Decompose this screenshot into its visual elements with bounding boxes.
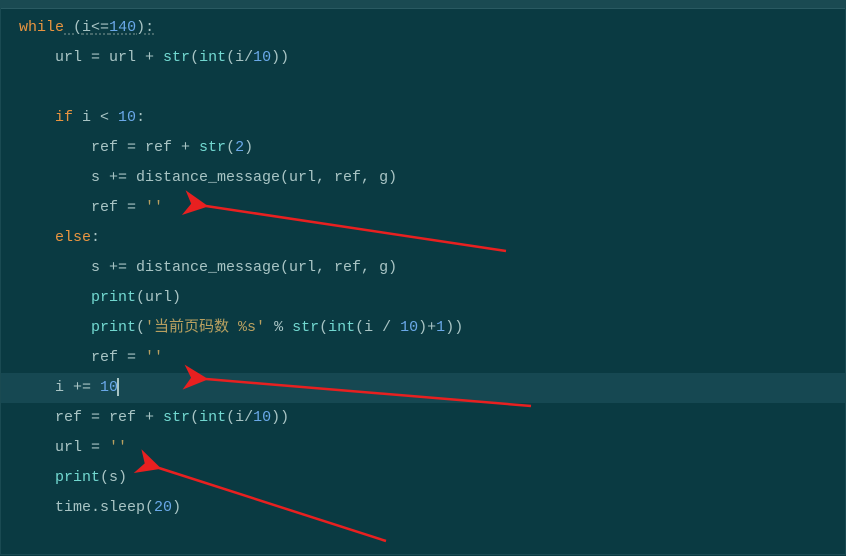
indent [19, 319, 91, 336]
code-line[interactable]: url = '' [1, 433, 845, 463]
indent [19, 379, 55, 396]
assignment: ref = [91, 199, 145, 216]
paren: )+ [418, 319, 436, 336]
keyword-if: if [55, 109, 73, 126]
variable: i [82, 19, 91, 36]
code-line[interactable]: ref = '' [1, 343, 845, 373]
number: 1 [436, 319, 445, 336]
paren: ( [319, 319, 328, 336]
indent [19, 439, 55, 456]
indent [19, 259, 91, 276]
builtin-print: print [91, 289, 136, 306]
indent [19, 109, 55, 126]
assignment: ref = [91, 349, 145, 366]
builtin-str: str [292, 319, 319, 336]
code-line[interactable]: s += distance_message(url, ref, g) [1, 163, 845, 193]
code-line[interactable]: ref = ref + str(int(i/10)) [1, 403, 845, 433]
colon: : [136, 109, 145, 126]
paren: (i / [355, 319, 400, 336]
string-literal: '当前页码数 %s' [145, 319, 265, 336]
builtin-int: int [328, 319, 355, 336]
string-literal: '' [109, 439, 127, 456]
paren: ( [136, 319, 145, 336]
statement: s += distance_message(url, ref, g) [91, 259, 397, 276]
code-line[interactable]: print('当前页码数 %s' % str(int(i / 10)+1)) [1, 313, 845, 343]
paren: ( [190, 49, 199, 66]
builtin-str: str [163, 409, 190, 426]
paren: )) [445, 319, 463, 336]
code-editor[interactable]: while (i<=140): url = url + str(int(i/10… [1, 9, 845, 523]
statement: time.sleep( [55, 499, 154, 516]
colon: : [91, 229, 100, 246]
paren: )) [271, 49, 289, 66]
builtin-print: print [55, 469, 100, 486]
operator-leq: <= [91, 19, 109, 36]
code-line-current[interactable]: i += 10 [1, 373, 845, 403]
paren: ) [244, 139, 253, 156]
paren: (s) [100, 469, 127, 486]
paren: ( [226, 139, 235, 156]
code-line[interactable]: if i < 10: [1, 103, 845, 133]
indent [19, 409, 55, 426]
indent [19, 349, 91, 366]
condition: i < [73, 109, 118, 126]
number: 20 [154, 499, 172, 516]
number: 10 [118, 109, 136, 126]
code-line[interactable]: while (i<=140): [1, 13, 845, 43]
text-cursor [117, 378, 119, 396]
paren: (i/ [226, 409, 253, 426]
assignment: ref = ref + [91, 139, 199, 156]
code-line[interactable]: print(url) [1, 283, 845, 313]
code-line[interactable]: url = url + str(int(i/10)) [1, 43, 845, 73]
assignment: url = url + [55, 49, 163, 66]
paren: ) [172, 499, 181, 516]
number: 10 [253, 49, 271, 66]
number: 10 [100, 379, 118, 396]
assignment: url = [55, 439, 109, 456]
keyword-else: else [55, 229, 91, 246]
editor-tab-strip [1, 1, 845, 9]
operator: % [265, 319, 292, 336]
paren: ( [190, 409, 199, 426]
code-line[interactable]: ref = '' [1, 193, 845, 223]
indent [19, 49, 55, 66]
number: 10 [400, 319, 418, 336]
code-line-blank[interactable] [1, 73, 845, 103]
number: 2 [235, 139, 244, 156]
indent [19, 499, 55, 516]
builtin-int: int [199, 49, 226, 66]
close-paren: ): [136, 19, 154, 36]
string-literal: '' [145, 199, 163, 216]
code-line[interactable]: print(s) [1, 463, 845, 493]
indent [19, 469, 55, 486]
builtin-int: int [199, 409, 226, 426]
string-literal: '' [145, 349, 163, 366]
assignment: ref = ref + [55, 409, 163, 426]
assignment: i += [55, 379, 100, 396]
statement: s += distance_message(url, ref, g) [91, 169, 397, 186]
builtin-print: print [91, 319, 136, 336]
keyword-while: while [19, 19, 64, 36]
paren: )) [271, 409, 289, 426]
indent [19, 289, 91, 306]
paren: (i/ [226, 49, 253, 66]
indent [19, 229, 55, 246]
paren: (url) [136, 289, 181, 306]
code-line[interactable]: else: [1, 223, 845, 253]
code-line[interactable]: ref = ref + str(2) [1, 133, 845, 163]
number: 10 [253, 409, 271, 426]
builtin-str: str [199, 139, 226, 156]
code-line[interactable]: s += distance_message(url, ref, g) [1, 253, 845, 283]
indent [19, 169, 91, 186]
builtin-str: str [163, 49, 190, 66]
open-paren: ( [64, 19, 82, 36]
number: 140 [109, 19, 136, 36]
indent [19, 199, 91, 216]
indent [19, 139, 91, 156]
code-line[interactable]: time.sleep(20) [1, 493, 845, 523]
